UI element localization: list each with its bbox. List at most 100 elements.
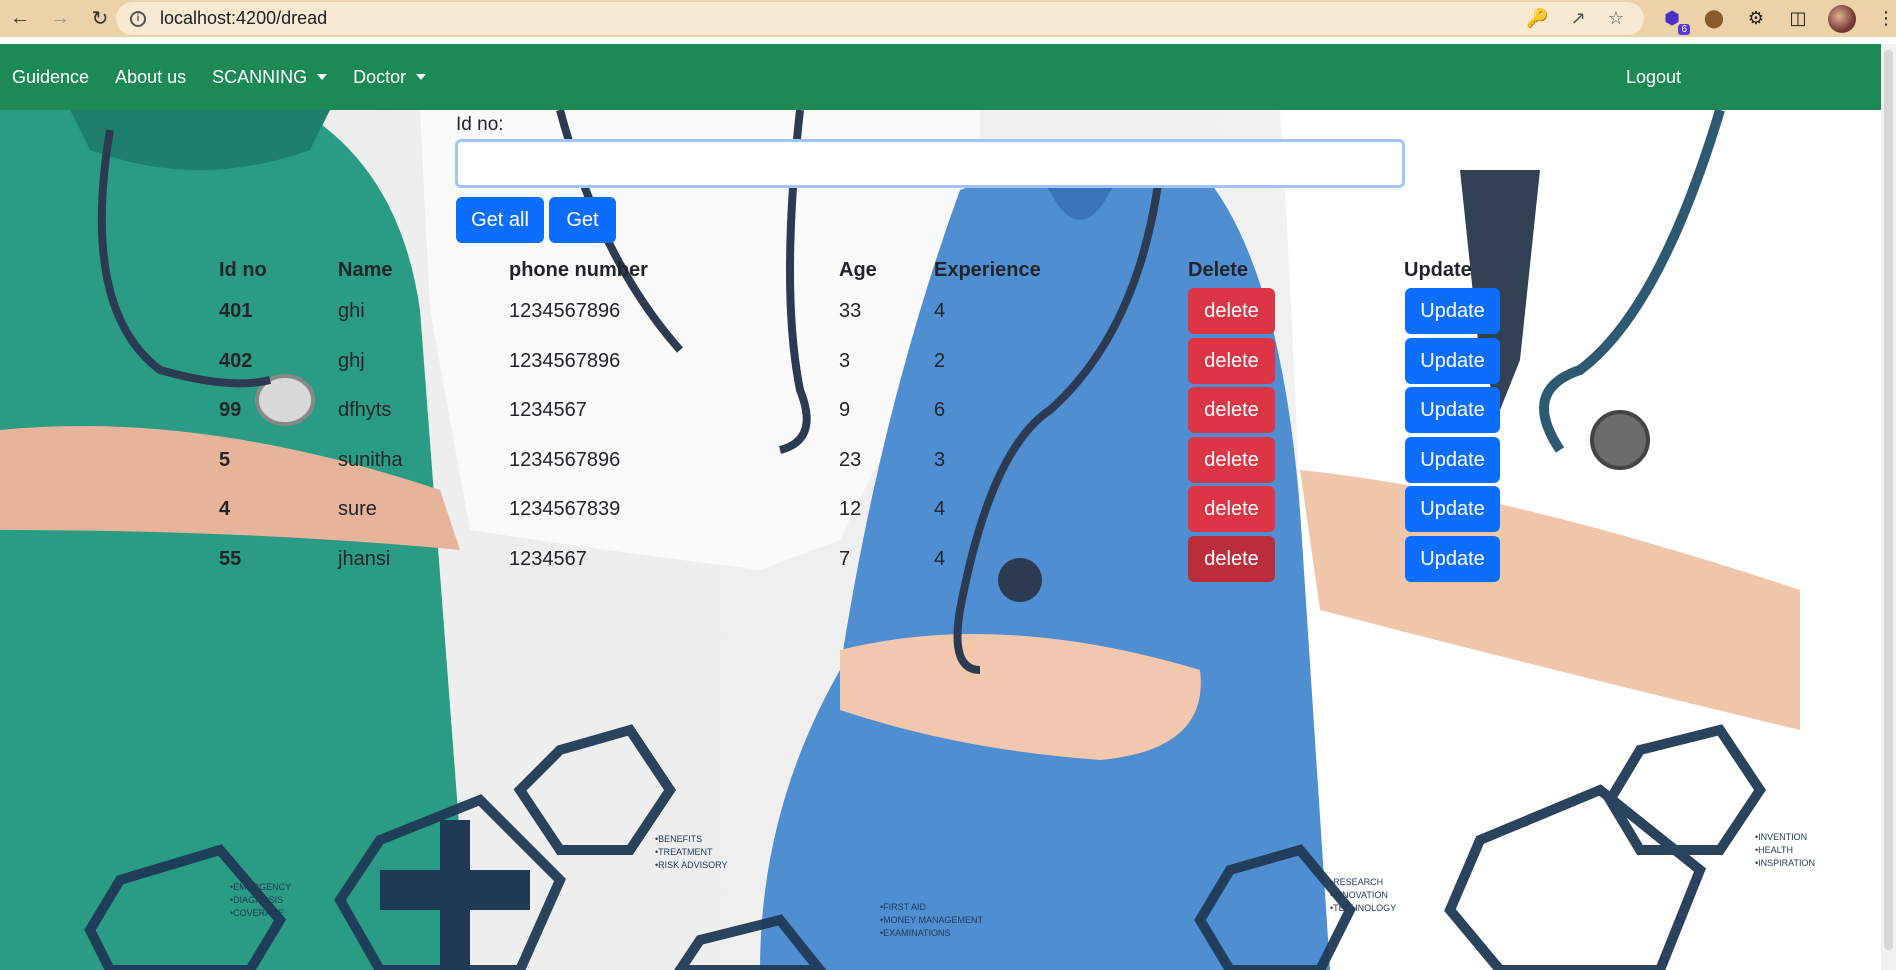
hero-background-image: •BENEFITS •TREATMENT •RISK ADVISORY •FIRST… [0, 110, 1881, 970]
reload-icon[interactable]: ↻ [80, 0, 120, 37]
delete-button[interactable]: delete [1188, 288, 1275, 334]
update-button[interactable]: Update [1405, 536, 1500, 582]
share-icon[interactable]: ↗ [1571, 8, 1586, 29]
id-label: Id no: [456, 114, 504, 135]
nav-about-label: About us [115, 66, 187, 87]
browser-toolbar: ← → ↻ i localhost:4200/dread 🔑 ↗ ☆ ⬢ 6 ⬤ … [0, 0, 1896, 37]
cell-age: 7 [839, 548, 851, 570]
delete-button[interactable]: delete [1188, 486, 1275, 532]
side-panel-icon[interactable]: ◫ [1786, 7, 1810, 31]
svg-text:•BENEFITS: •BENEFITS [655, 834, 702, 844]
get-button[interactable]: Get [549, 197, 616, 243]
cell-id: 4 [219, 498, 231, 520]
cell-phone: 1234567 [509, 548, 587, 570]
cell-age: 9 [839, 399, 851, 421]
cell-age: 33 [839, 300, 862, 322]
header-id: Id no [219, 259, 267, 281]
scroll-thumb[interactable] [1884, 50, 1893, 950]
cell-phone: 1234567839 [509, 498, 621, 520]
chevron-down-icon [317, 74, 328, 80]
header-name: Name [338, 259, 393, 281]
profile-avatar[interactable] [1828, 4, 1856, 33]
cell-age: 23 [839, 449, 862, 471]
svg-text:•MONEY MANAGEMENT: •MONEY MANAGEMENT [880, 915, 983, 925]
update-button[interactable]: Update [1405, 387, 1500, 433]
bookmark-star-icon[interactable]: ☆ [1608, 8, 1624, 29]
cell-experience: 4 [934, 300, 946, 322]
menu-kebab-icon[interactable]: ⋮ [1874, 7, 1896, 31]
svg-text:•INNOVATION: •INNOVATION [1330, 890, 1388, 900]
nav-scanning-dropdown[interactable]: SCANNING [206, 67, 333, 88]
cell-experience: 4 [934, 548, 946, 570]
delete-button[interactable]: delete [1188, 437, 1275, 483]
cell-id: 402 [219, 350, 253, 372]
forward-icon[interactable]: → [40, 0, 80, 37]
svg-text:•TREATMENT: •TREATMENT [655, 847, 713, 857]
id-input[interactable] [455, 139, 1405, 188]
cell-id: 99 [219, 399, 242, 421]
cell-phone: 1234567896 [509, 300, 621, 322]
svg-text:•RISK ADVISORY: •RISK ADVISORY [655, 860, 728, 870]
header-experience: Experience [934, 259, 1041, 281]
update-button[interactable]: Update [1405, 288, 1500, 334]
extension-badge: 6 [1678, 23, 1690, 35]
extension-icon[interactable]: ⬢ 6 [1660, 7, 1690, 35]
nav-guidence[interactable]: Guidence [6, 67, 95, 88]
cell-name: sunitha [338, 449, 403, 471]
site-info-icon[interactable]: i [130, 10, 146, 27]
header-delete: Delete [1188, 259, 1249, 281]
cell-name: dfhyts [338, 399, 392, 421]
header-age: Age [839, 259, 877, 281]
nav-scanning-label: SCANNING [212, 66, 308, 87]
delete-button[interactable]: delete [1188, 338, 1275, 384]
nav-about-us[interactable]: About us [109, 67, 192, 88]
cell-name: ghj [338, 350, 365, 372]
svg-text:•FIRST AID: •FIRST AID [880, 902, 926, 912]
key-icon[interactable]: 🔑 [1526, 8, 1548, 29]
address-bar[interactable]: i localhost:4200/dread 🔑 ↗ ☆ [116, 2, 1644, 35]
cell-id: 401 [219, 300, 253, 322]
cookie-icon[interactable]: ⬤ [1702, 7, 1726, 31]
cell-phone: 1234567896 [509, 449, 621, 471]
cell-name: ghi [338, 300, 365, 322]
update-button[interactable]: Update [1405, 486, 1500, 532]
svg-text:•TECHNOLOGY: •TECHNOLOGY [1330, 903, 1396, 913]
cell-experience: 6 [934, 399, 946, 421]
svg-text:•INVENTION: •INVENTION [1755, 832, 1807, 842]
cell-name: sure [338, 498, 377, 520]
page-scrollbar[interactable] [1881, 44, 1896, 970]
cell-experience: 4 [934, 498, 946, 520]
update-button[interactable]: Update [1405, 437, 1500, 483]
url-text[interactable]: localhost:4200/dread [160, 8, 327, 29]
nav-doctor-label: Doctor [353, 66, 407, 87]
get-all-button[interactable]: Get all [456, 197, 544, 243]
puzzle-icon[interactable]: ⚙ [1744, 7, 1768, 31]
header-update: Update [1404, 259, 1472, 281]
svg-text:•INSPIRATION: •INSPIRATION [1755, 858, 1815, 868]
update-button[interactable]: Update [1405, 338, 1500, 384]
chevron-down-icon [416, 74, 427, 80]
logout-link[interactable]: Logout [1626, 44, 1681, 110]
header-phone: phone number [509, 259, 648, 281]
svg-text:•EMERGENCY: •EMERGENCY [230, 882, 291, 892]
nav-doctor-dropdown[interactable]: Doctor [347, 67, 432, 88]
delete-button[interactable]: delete [1188, 536, 1275, 582]
delete-button[interactable]: delete [1188, 387, 1275, 433]
cell-id: 5 [219, 449, 231, 471]
cell-name: jhansi [338, 548, 391, 570]
cell-id: 55 [219, 548, 242, 570]
cell-age: 12 [839, 498, 862, 520]
back-icon[interactable]: ← [0, 0, 40, 37]
cell-experience: 2 [934, 350, 946, 372]
svg-text:•RESEARCH: •RESEARCH [1330, 877, 1383, 887]
cell-experience: 3 [934, 449, 946, 471]
cell-phone: 1234567 [509, 399, 587, 421]
cell-age: 3 [839, 350, 851, 372]
svg-text:•COVERAGE: •COVERAGE [230, 908, 284, 918]
svg-text:•EXAMINATIONS: •EXAMINATIONS [880, 928, 951, 938]
doctors-illustration: •BENEFITS •TREATMENT •RISK ADVISORY •FIRST… [0, 110, 1881, 970]
app-navbar: Guidence About us SCANNING Doctor Logout [0, 44, 1881, 110]
svg-text:•DIAGNOSIS: •DIAGNOSIS [230, 895, 283, 905]
svg-text:•HEALTH: •HEALTH [1755, 845, 1793, 855]
nav-guidence-label: Guidence [12, 66, 90, 87]
